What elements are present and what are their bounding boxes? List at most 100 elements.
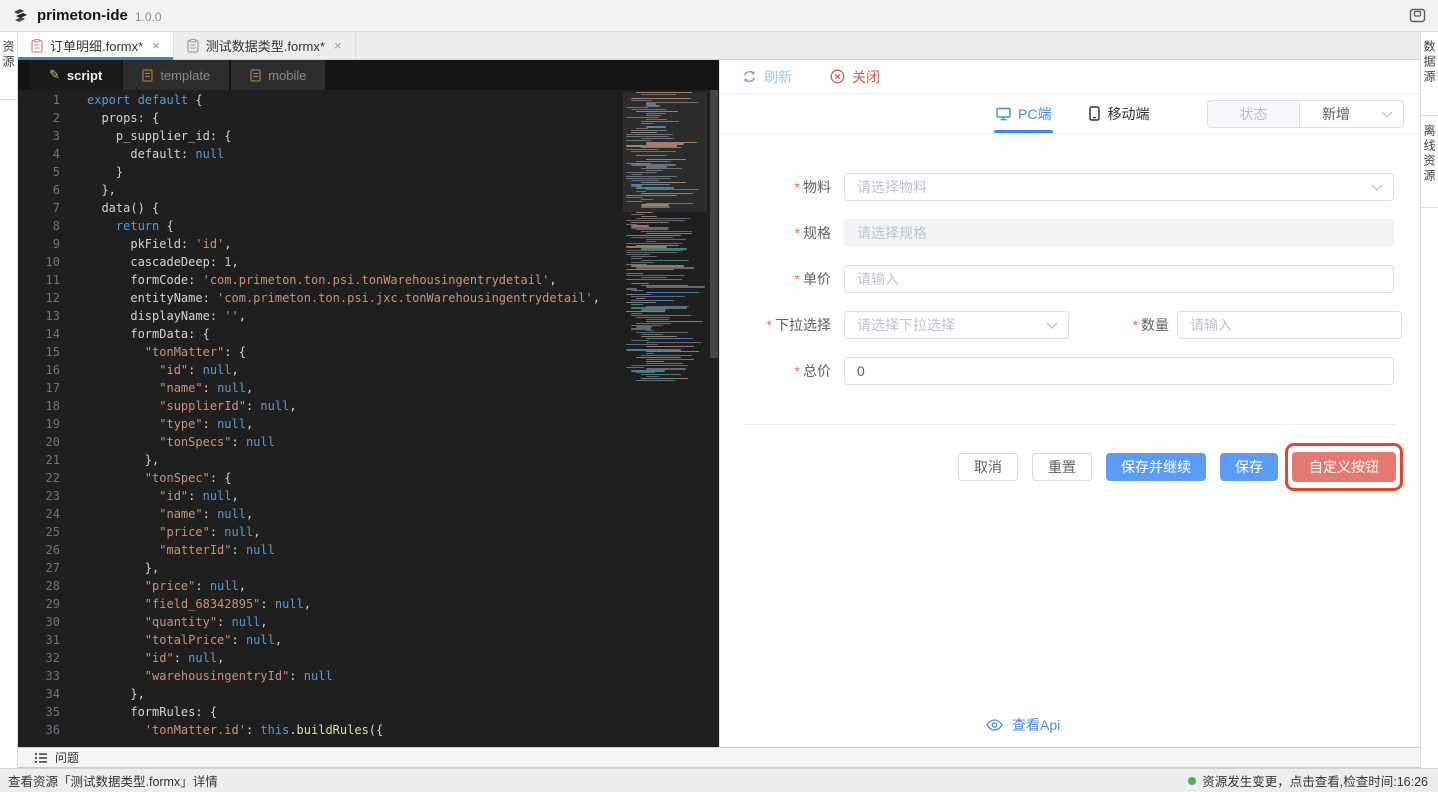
refresh-icon (742, 69, 757, 84)
field-row-total: *总价 (738, 357, 1394, 385)
code-line: 7 data() { (18, 199, 719, 217)
code-line: 31 "totalPrice": null, (18, 631, 719, 649)
custom-button[interactable]: 自定义按钮 (1292, 452, 1396, 482)
placeholder-text: 请选择下拉选择 (845, 315, 955, 335)
editor-scrollbar[interactable] (709, 90, 719, 747)
tab-mobile[interactable]: mobile (231, 60, 325, 90)
code-line: 1export default { (18, 91, 719, 109)
save-button[interactable]: 保存 (1220, 453, 1278, 481)
code-editor: ✎ script template (18, 60, 719, 747)
panel-toggle-icon[interactable] (1409, 8, 1426, 23)
problems-panel-header[interactable]: 问题 (18, 747, 1420, 768)
status-label[interactable]: 状态 (1208, 101, 1300, 127)
matter-select[interactable]: 请选择物料 (844, 173, 1394, 201)
save-and-continue-button[interactable]: 保存并继续 (1106, 453, 1206, 481)
refresh-button[interactable]: 刷新 (742, 67, 792, 87)
code-line: 17 "name": null, (18, 379, 719, 397)
cancel-button[interactable]: 取消 (958, 453, 1018, 481)
status-value: 新增 (1322, 104, 1350, 124)
sidebar-item-datasource[interactable]: 数据源 (1421, 32, 1438, 85)
code-line: 23 "id": null, (18, 487, 719, 505)
price-input[interactable] (845, 266, 1393, 292)
editor-tab-label: script (67, 68, 102, 83)
code-area[interactable]: 1export default {2 props: {3 p_supplier_… (18, 90, 719, 747)
code-line: 29 "field_68342895": null, (18, 595, 719, 613)
close-preview-button[interactable]: 关闭 (830, 67, 880, 87)
status-left-text[interactable]: 查看资源「测试数据类型.formx」详情 (8, 771, 218, 790)
code-lines: 1export default {2 props: {3 p_supplier_… (18, 91, 719, 739)
tab-mobile-device[interactable]: 移动端 (1089, 94, 1149, 133)
code-line: 34 }, (18, 685, 719, 703)
code-line: 3 p_supplier_id: { (18, 127, 719, 145)
field-label: *单价 (738, 269, 831, 289)
code-line: 12 entityName: 'com.primeton.ton.psi.jxc… (18, 289, 719, 307)
field-row-spec: *规格 请选择规格 (738, 219, 1394, 247)
dropdown-select[interactable]: 请选择下拉选择 (844, 311, 1069, 339)
code-line: 6 }, (18, 181, 719, 199)
code-line: 21 }, (18, 451, 719, 469)
tab-template[interactable]: template (123, 60, 229, 90)
code-line: 28 "price": null, (18, 577, 719, 595)
form-button-row: 取消 重置 保存并继续 保存 自定义按钮 (958, 452, 1396, 482)
file-tab-label: 订单明细.formx* (50, 36, 143, 55)
total-input[interactable] (845, 358, 1393, 384)
status-right[interactable]: 资源发生变更，点击查看,检查时间:16:26 (1188, 771, 1428, 790)
field-label: *总价 (738, 361, 831, 381)
sidebar-item-offline-resources[interactable]: 离线资源 (1421, 116, 1438, 184)
tab-pc[interactable]: PC端 (996, 94, 1051, 133)
divider (744, 424, 1396, 425)
code-line: 22 "tonSpec": { (18, 469, 719, 487)
field-label: *规格 (738, 223, 831, 243)
sidebar-item-resources[interactable]: 资源 (0, 32, 17, 70)
close-icon[interactable]: × (152, 38, 160, 53)
field-row-dropdown-quantity: *下拉选择 请选择下拉选择 *数量 (738, 311, 1402, 339)
editor-tab-label: template (160, 68, 210, 83)
quantity-input[interactable] (1178, 312, 1401, 338)
code-line: 26 "matterId": null (18, 541, 719, 559)
close-label: 关闭 (852, 67, 880, 87)
minimap[interactable] (623, 92, 707, 386)
spec-select[interactable]: 请选择规格 (844, 219, 1394, 247)
chevron-down-icon (1381, 111, 1393, 118)
editor-tab-label: mobile (268, 68, 306, 83)
code-line: 33 "warehousingentryId": null (18, 667, 719, 685)
code-line: 14 formData: { (18, 325, 719, 343)
device-tab-label: 移动端 (1107, 104, 1149, 124)
list-icon (34, 752, 48, 764)
app-version: 1.0.0 (135, 10, 162, 24)
code-line: 10 cascadeDeep: 1, (18, 253, 719, 271)
main-area: 订单明细.formx* × 测试数据类型.formx* × ✎ script (18, 32, 1420, 768)
status-control: 状态 新增 (1207, 100, 1404, 128)
status-value-dropdown[interactable]: 新增 (1300, 101, 1403, 127)
price-input-wrap (844, 265, 1394, 293)
app-title: primeton-ide (37, 7, 128, 24)
tab-script[interactable]: ✎ script (30, 60, 121, 90)
problems-label: 问题 (55, 749, 79, 766)
code-line: 16 "id": null, (18, 361, 719, 379)
refresh-label: 刷新 (764, 67, 792, 87)
file-tab-test-datatype[interactable]: 测试数据类型.formx* × (174, 32, 356, 59)
reset-button[interactable]: 重置 (1032, 453, 1092, 481)
device-tab-label: PC端 (1018, 104, 1051, 124)
field-label: *物料 (738, 177, 831, 197)
code-line: 15 "tonMatter": { (18, 343, 719, 361)
view-api-link[interactable]: 查看Api (986, 715, 1060, 735)
code-line: 2 props: { (18, 109, 719, 127)
close-icon[interactable]: × (334, 38, 342, 53)
status-bar: 查看资源「测试数据类型.formx」详情 资源发生变更，点击查看,检查时间:16… (0, 768, 1438, 792)
preview-toolbar: 刷新 关闭 (720, 60, 1420, 94)
eye-icon (986, 719, 1003, 731)
document-icon (250, 69, 261, 82)
field-row-matter: *物料 请选择物料 (738, 173, 1394, 201)
code-line: 5 } (18, 163, 719, 181)
field-label: *下拉选择 (738, 315, 831, 335)
left-sidebar: 资源 (0, 32, 18, 768)
code-line: 32 "id": null, (18, 649, 719, 667)
form-file-icon (31, 39, 43, 53)
code-line: 20 "tonSpecs": null (18, 433, 719, 451)
code-line: 11 formCode: 'com.primeton.ton.psi.tonWa… (18, 271, 719, 289)
placeholder-text: 请选择物料 (845, 177, 927, 197)
code-line: 25 "price": null, (18, 523, 719, 541)
file-tab-order-detail[interactable]: 订单明细.formx* × (18, 32, 174, 59)
view-api-label: 查看Api (1012, 715, 1060, 735)
